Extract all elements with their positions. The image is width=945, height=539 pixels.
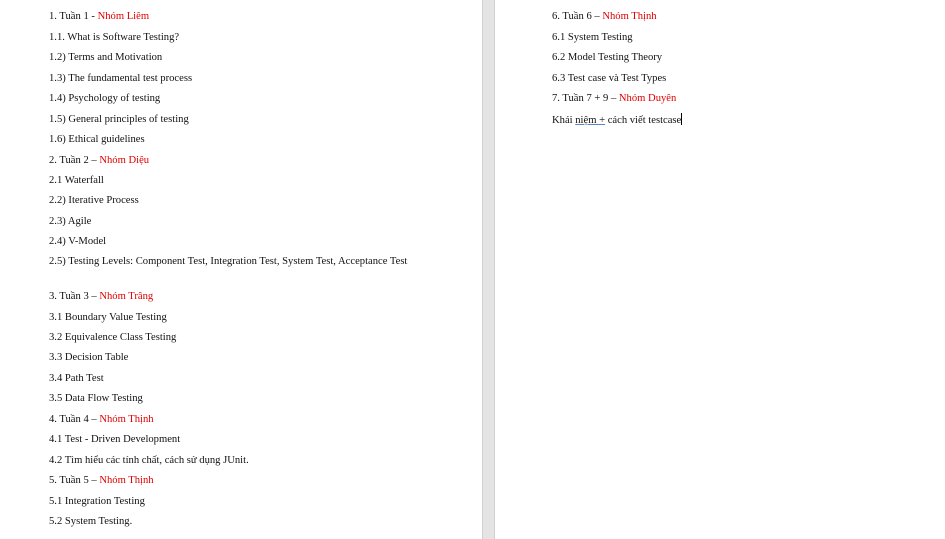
text-cursor <box>681 113 683 125</box>
line-text: 2.2) Iterative Process <box>49 195 139 206</box>
text-line[interactable]: 1.4) Psychology of testing <box>49 92 160 106</box>
text-line-editing[interactable]: Khái niệm + cách viết testcase <box>552 113 683 128</box>
team-name: Nhóm Liêm <box>97 11 150 22</box>
document-page-left: 1. Tuần 1 - Nhóm Liêm 1.1. What is Softwa… <box>0 0 482 539</box>
text-line[interactable]: 4.1 Test - Driven Development <box>49 433 180 447</box>
text-line[interactable]: 6. Tuần 6 – Nhóm Thịnh <box>552 10 657 24</box>
text-line[interactable]: 3.1 Boundary Value Testing <box>49 311 167 325</box>
line-text: 2.5) Testing Levels: Component Test, Int… <box>49 256 408 267</box>
line-text: 4.1 Test - Driven Development <box>49 434 181 445</box>
page-gap <box>482 0 495 539</box>
line-text: 2. Tuần 2 – <box>49 155 100 166</box>
text-line[interactable]: 2.4) V-Model <box>49 235 106 249</box>
text-line[interactable]: 6.1 System Testing <box>552 31 633 45</box>
team-name: Nhóm Thịnh <box>99 475 154 486</box>
line-text: cách viết testcase <box>605 115 682 126</box>
text-line[interactable]: 3.3 Decision Table <box>49 351 128 365</box>
document-page-right: 6. Tuần 6 – Nhóm Thịnh 6.1 System Testing… <box>495 0 945 539</box>
team-name: Nhóm Trâng <box>99 291 154 302</box>
line-text: 5.1 Integration Testing <box>49 496 145 507</box>
text-line[interactable]: 2.5) Testing Levels: Component Test, Int… <box>49 255 424 269</box>
line-text: 2.3) Agile <box>49 216 92 227</box>
line-text: 5.2 System Testing. <box>49 516 133 527</box>
text-line[interactable]: 3.5 Data Flow Testing <box>49 392 143 406</box>
line-text: 6.3 Test case và Test Types <box>552 73 667 84</box>
text-line[interactable]: 3. Tuần 3 – Nhóm Trâng <box>49 290 153 304</box>
line-text: 1.3) The fundamental test process <box>49 73 193 84</box>
line-text: 6.2 Model Testing Theory <box>552 52 663 63</box>
line-text: 3.4 Path Test <box>49 373 104 384</box>
line-text: 2.1 Waterfall <box>49 175 104 186</box>
line-text: 1.5) General principles of testing <box>49 114 189 125</box>
line-text: 4. Tuần 4 – <box>49 414 100 425</box>
text-line[interactable]: 1. Tuần 1 - Nhóm Liêm <box>49 10 149 24</box>
line-text: 1.4) Psychology of testing <box>49 93 161 104</box>
text-line[interactable]: 7. Tuần 7 + 9 – Nhóm Duyên <box>552 92 676 106</box>
text-line[interactable]: 1.3) The fundamental test process <box>49 72 192 86</box>
line-text: 6. Tuần 6 – <box>552 11 603 22</box>
line-text: 3.3 Decision Table <box>49 352 129 363</box>
spellcheck-underlined-text[interactable]: niệm + <box>575 115 605 126</box>
text-line[interactable]: 2.1 Waterfall <box>49 174 104 188</box>
line-text: 6.1 System Testing <box>552 32 633 43</box>
text-line[interactable]: 2.2) Iterative Process <box>49 194 139 208</box>
line-text: 1.6) Ethical guidelines <box>49 134 145 145</box>
line-text: Khái <box>552 115 576 126</box>
text-line[interactable]: 2. Tuần 2 – Nhóm Diệu <box>49 154 149 168</box>
text-line[interactable]: 1.2) Terms and Motivation <box>49 51 162 65</box>
line-text: 1.1. What is Software Testing? <box>49 32 180 43</box>
text-line[interactable]: 2.3) Agile <box>49 215 91 229</box>
text-line[interactable]: 4. Tuần 4 – Nhóm Thịnh <box>49 413 154 427</box>
team-name: Nhóm Thịnh <box>602 11 657 22</box>
line-text: 1.2) Terms and Motivation <box>49 52 163 63</box>
text-line[interactable]: 1.6) Ethical guidelines <box>49 133 145 147</box>
text-line[interactable]: 6.3 Test case và Test Types <box>552 72 666 86</box>
text-line[interactable]: 5.1 Integration Testing <box>49 495 145 509</box>
text-line[interactable]: 4.2 Tìm hiểu các tính chất, cách sử dụng… <box>49 454 249 468</box>
line-text: 3. Tuần 3 – <box>49 291 100 302</box>
line-text: 5. Tuần 5 – <box>49 475 100 486</box>
text-line[interactable]: 3.4 Path Test <box>49 372 104 386</box>
team-name: Nhóm Diệu <box>99 155 150 166</box>
line-text: 2.4) V-Model <box>49 236 107 247</box>
line-text: 4.2 Tìm hiểu các tính chất, cách sử dụng… <box>49 455 249 466</box>
line-text: 3.5 Data Flow Testing <box>49 393 143 404</box>
line-text: 3.1 Boundary Value Testing <box>49 312 167 323</box>
text-line[interactable]: 1.5) General principles of testing <box>49 113 189 127</box>
line-text: 3.2 Equivalence Class Testing <box>49 332 177 343</box>
text-line[interactable]: 1.1. What is Software Testing? <box>49 31 179 45</box>
text-line[interactable]: 5.2 System Testing. <box>49 515 132 529</box>
line-text: 1. Tuần 1 - <box>49 11 98 22</box>
text-line[interactable]: 3.2 Equivalence Class Testing <box>49 331 176 345</box>
line-text: 7. Tuần 7 + 9 – <box>552 93 619 104</box>
team-name: Nhóm Thịnh <box>99 414 154 425</box>
team-name: Nhóm Duyên <box>618 93 677 104</box>
text-line[interactable]: 5. Tuần 5 – Nhóm Thịnh <box>49 474 154 488</box>
text-line[interactable]: 6.2 Model Testing Theory <box>552 51 662 65</box>
